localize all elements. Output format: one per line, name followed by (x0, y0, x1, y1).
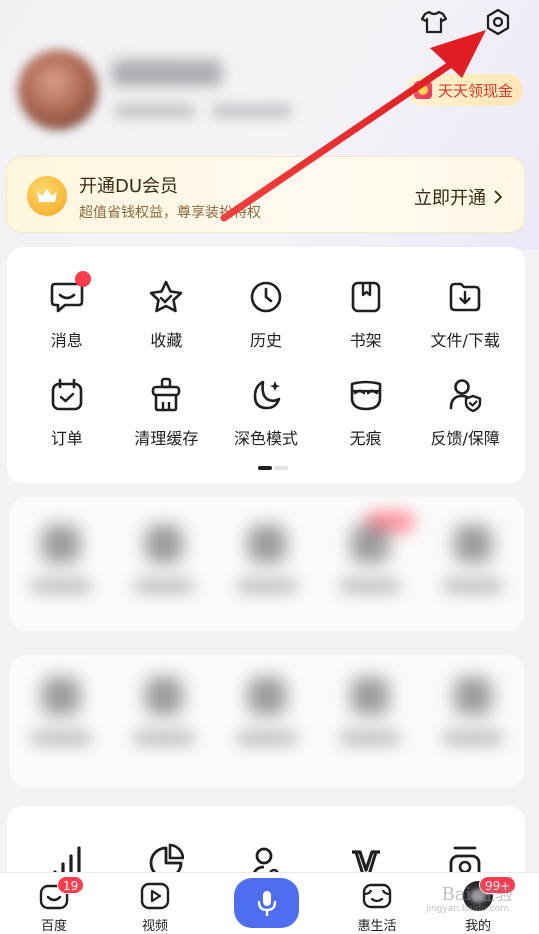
avatar[interactable] (18, 50, 98, 130)
blurred-item[interactable] (216, 677, 319, 745)
tab-video[interactable]: 视频 (120, 873, 190, 934)
blurred-item[interactable] (10, 677, 113, 745)
voice-search-button[interactable] (234, 878, 299, 928)
profile-stat-blurred (212, 104, 292, 118)
tool-label: 清理缓存 (134, 429, 199, 448)
crown-icon (27, 176, 67, 216)
bookshelf-icon (346, 277, 386, 317)
tool-history[interactable]: 历史 (216, 277, 316, 355)
vip-banner[interactable]: 开通DU会员 超值省钱权益，尊享装扮特权 立即开通 (6, 156, 525, 233)
blurred-item[interactable] (318, 677, 421, 745)
vip-open-button[interactable]: 立即开通 (414, 184, 502, 210)
tool-messages[interactable]: 消息 (17, 271, 117, 355)
tool-bookshelf[interactable]: 书架 (316, 277, 416, 355)
clock-icon (246, 277, 286, 317)
moon-icon (246, 375, 286, 415)
profile-stat-blurred (115, 104, 195, 118)
gift-icon (413, 81, 432, 99)
vip-subtitle: 超值省钱权益，尊享装扮特权 (79, 205, 261, 221)
tool-label: 订单 (50, 429, 83, 448)
tool-feedback[interactable]: 反馈/保障 (415, 375, 515, 453)
tool-label: 收藏 (150, 331, 183, 350)
tab-baidu[interactable]: 19 百度 (19, 873, 89, 934)
video-icon (140, 882, 170, 910)
tool-label: 书架 (349, 331, 382, 350)
blurred-item[interactable] (421, 677, 524, 745)
header-actions (417, 5, 515, 39)
tool-clean-cache[interactable]: 清理缓存 (117, 375, 217, 453)
blurred-item[interactable] (318, 525, 421, 593)
life-icon (362, 882, 392, 910)
watermark: Bai 经验 (441, 884, 513, 905)
blurred-item[interactable] (10, 525, 113, 593)
chevron-right-icon (494, 190, 502, 204)
tool-incognito[interactable]: 无痕 (316, 375, 416, 453)
tab-label: 惠生活 (357, 919, 397, 934)
profile-header: 天天领现金 (0, 44, 539, 144)
vip-open-label: 立即开通 (414, 188, 486, 209)
clean-cache-icon (146, 375, 186, 415)
tool-dark-mode[interactable]: 深色模式 (216, 375, 316, 453)
unread-dot-badge (74, 271, 91, 287)
star-icon (146, 277, 186, 317)
tool-orders[interactable]: 订单 (17, 375, 117, 453)
tool-label: 深色模式 (233, 429, 298, 448)
tool-label: 反馈/保障 (430, 429, 500, 448)
download-icon (445, 277, 485, 317)
username-blurred (112, 60, 222, 86)
baidu-home-icon: 19 (39, 876, 85, 910)
blurred-row (10, 525, 524, 593)
page-indicator (258, 466, 288, 470)
tool-label: 无痕 (349, 429, 382, 448)
message-icon (47, 271, 91, 317)
tab-life[interactable]: 惠生活 (342, 873, 412, 934)
tools-grid: 消息 收藏 历史 书架 文件/下载 订单 清理缓存 深色模式 无痕 反馈/保障 (17, 271, 515, 453)
tab-count-badge: 19 (57, 876, 85, 894)
vip-title: 开通DU会员 (79, 176, 179, 197)
tool-label: 文件/下载 (430, 331, 500, 350)
tab-label: 视频 (141, 919, 168, 934)
services-card-blurred-2 (10, 655, 524, 787)
blurred-row (10, 677, 524, 745)
order-icon (47, 375, 87, 415)
page-dot (274, 466, 288, 470)
blurred-item[interactable] (113, 677, 216, 745)
page-dot-active (258, 466, 272, 470)
blurred-item[interactable] (113, 525, 216, 593)
services-card-blurred (10, 497, 524, 631)
cash-reward-button[interactable]: 天天领现金 (405, 74, 523, 106)
mask-icon (346, 375, 386, 415)
blurred-item[interactable] (216, 525, 319, 593)
tab-label: 我的 (464, 919, 491, 934)
tool-label: 消息 (50, 331, 83, 350)
gear-icon[interactable] (481, 5, 515, 39)
blurred-item[interactable] (421, 525, 524, 593)
mic-icon (257, 891, 276, 917)
tab-label: 百度 (40, 919, 67, 934)
feedback-shield-icon (445, 375, 485, 415)
tool-downloads[interactable]: 文件/下载 (415, 277, 515, 355)
tool-label: 历史 (249, 331, 282, 350)
tools-card: 消息 收藏 历史 书架 文件/下载 订单 清理缓存 深色模式 无痕 反馈/保障 (7, 247, 525, 483)
cash-reward-label: 天天领现金 (437, 81, 513, 100)
shirt-icon[interactable] (417, 5, 451, 39)
watermark-url: jingyan.baidu.com (425, 904, 509, 914)
tool-favorites[interactable]: 收藏 (117, 277, 217, 355)
